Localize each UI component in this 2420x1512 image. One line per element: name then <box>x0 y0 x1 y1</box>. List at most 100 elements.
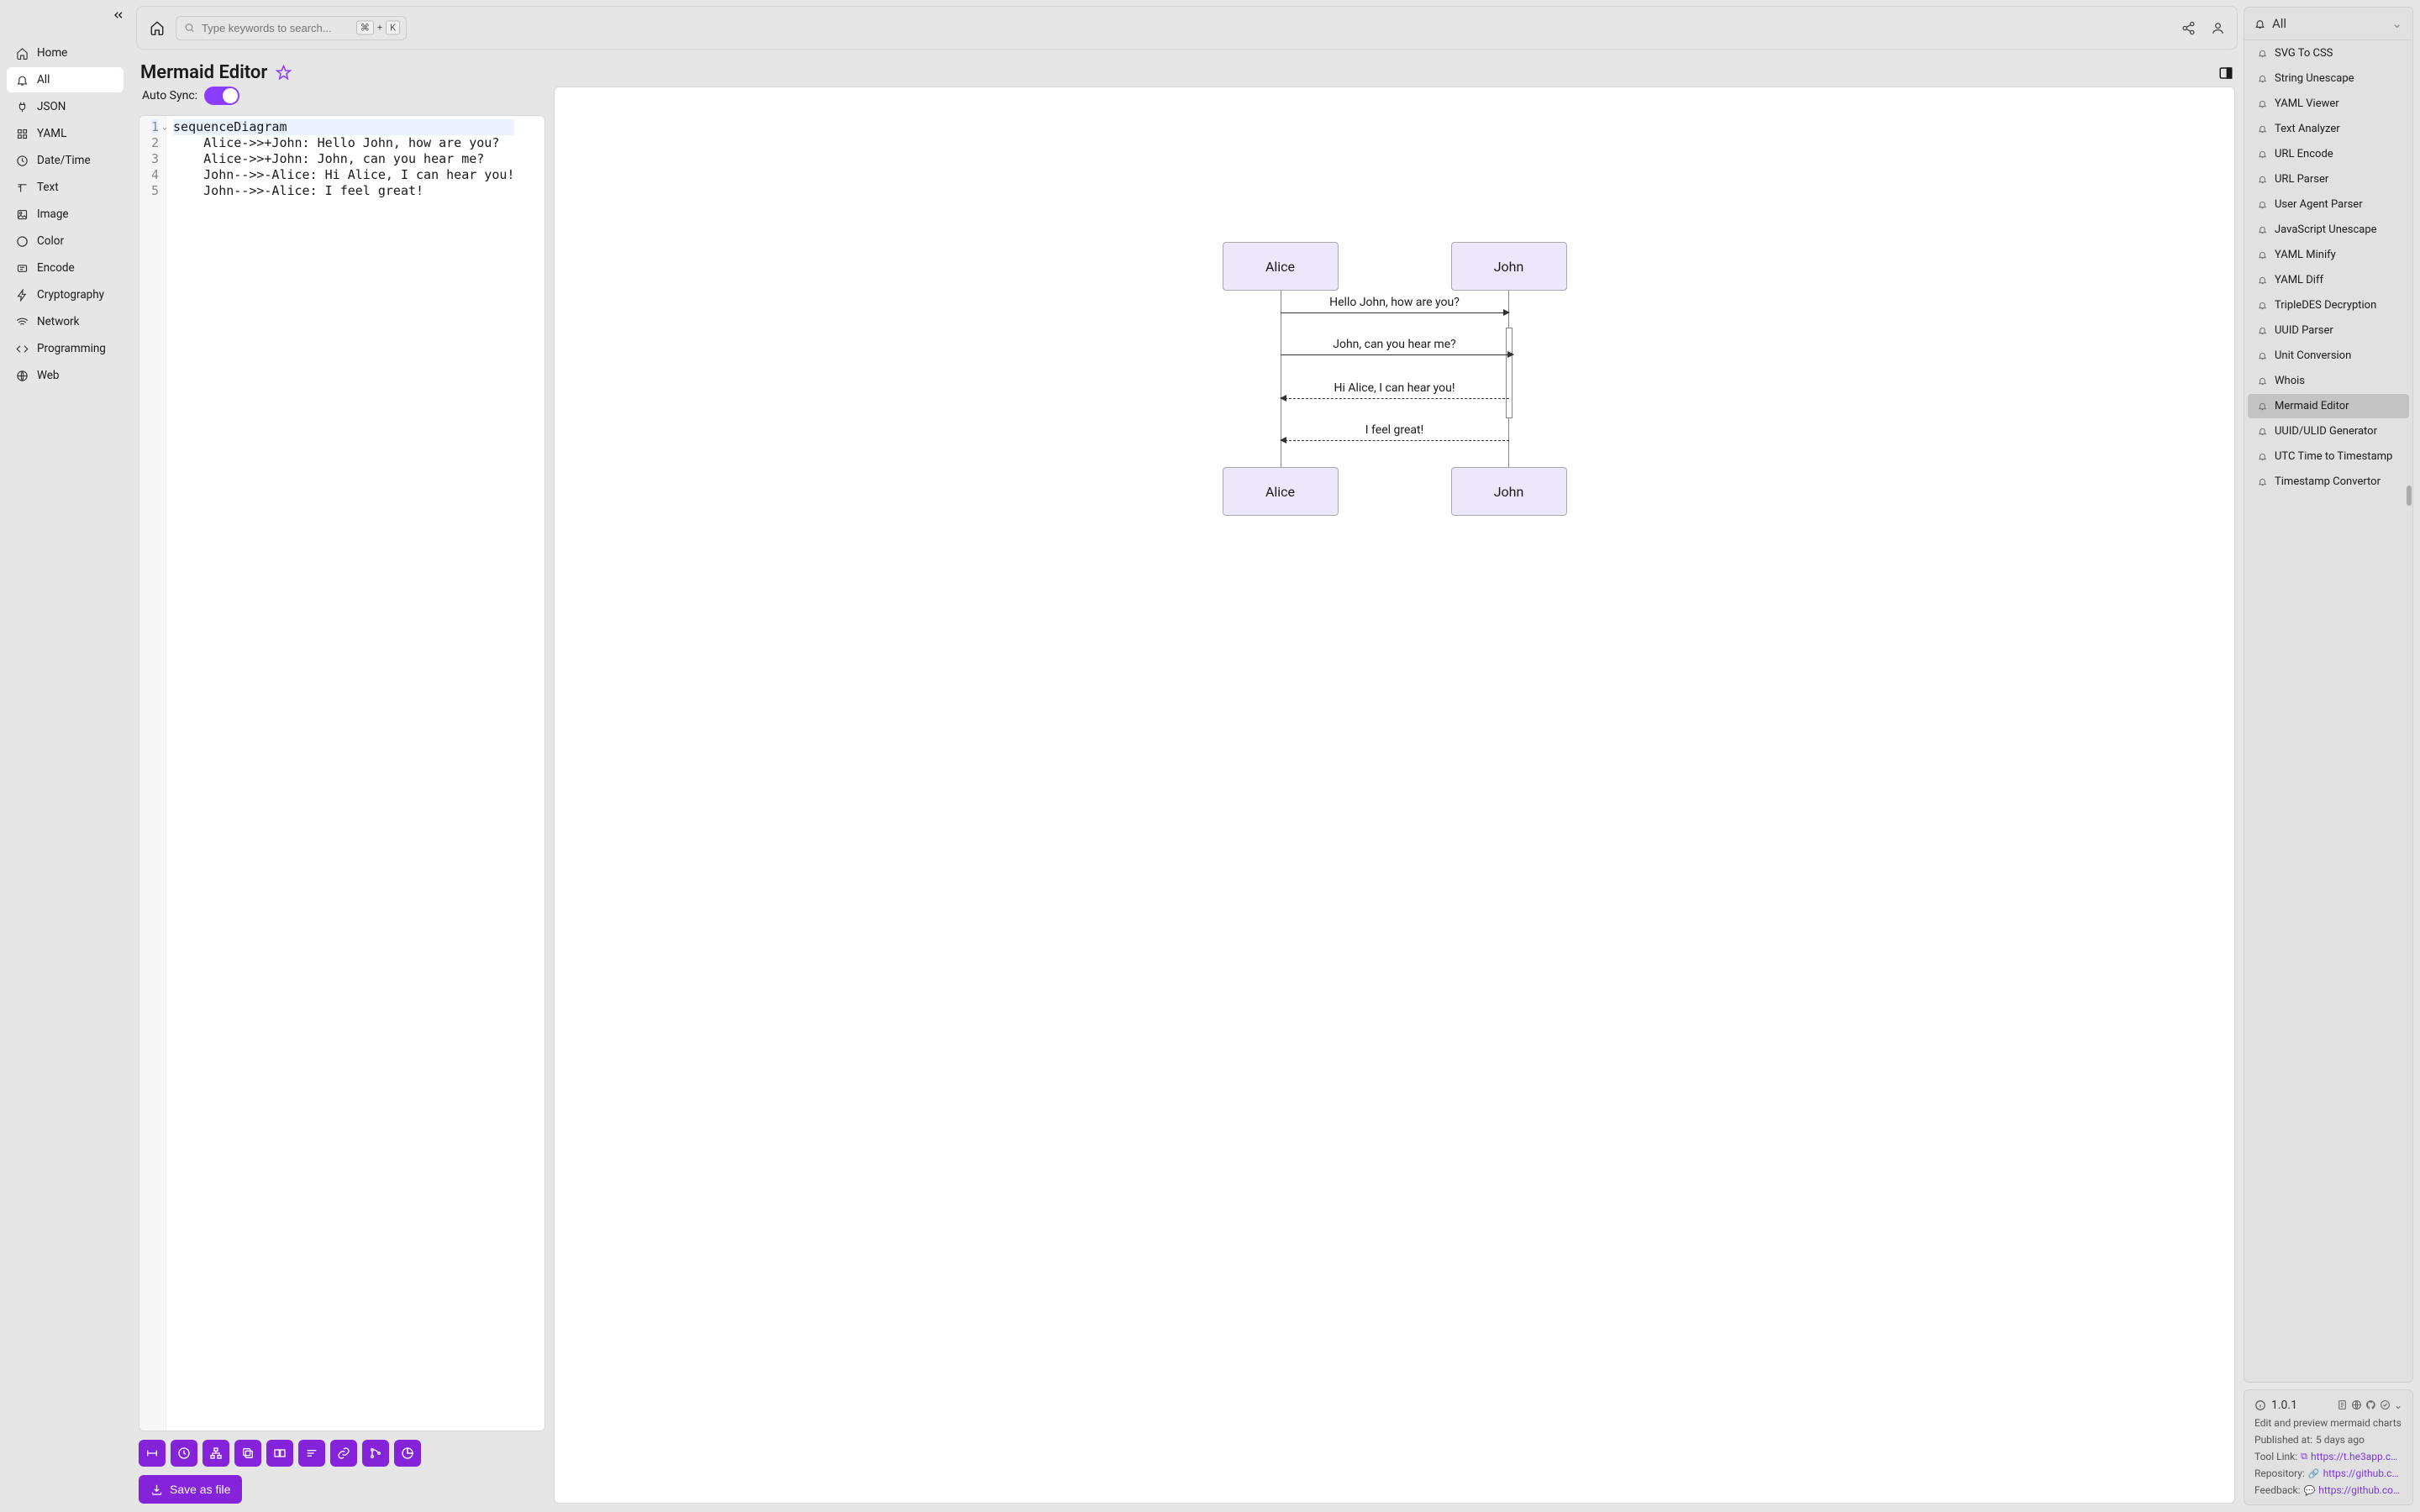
color-icon <box>15 234 29 248</box>
tool-label: UTC Time to Timestamp <box>2275 450 2392 463</box>
nav-item-encode[interactable]: Encode <box>7 255 124 281</box>
published-label: Published at: <box>2254 1434 2312 1446</box>
nav-label: Image <box>37 207 69 221</box>
tool-item-utc-time-to-timestamp[interactable]: UTC Time to Timestamp <box>2248 444 2409 469</box>
nav-item-image[interactable]: Image <box>7 202 124 227</box>
bell-icon <box>2258 250 2268 260</box>
left-sidebar: Home AllJSON YAML Date/Time Text Image Color En… <box>0 0 130 1512</box>
tool-item-yaml-viewer[interactable]: YAML Viewer <box>2248 92 2409 116</box>
link-diagram-button[interactable] <box>330 1440 357 1467</box>
git-diagram-button[interactable] <box>362 1440 389 1467</box>
tool-item-url-parser[interactable]: URL Parser <box>2248 167 2409 192</box>
nav-item-date-time[interactable]: Date/Time <box>7 148 124 173</box>
github-icon[interactable] <box>2365 1399 2376 1411</box>
tool-item-yaml-minify[interactable]: YAML Minify <box>2248 243 2409 267</box>
tool-item-user-agent-parser[interactable]: User Agent Parser <box>2248 192 2409 217</box>
bell-icon <box>15 73 29 87</box>
sequence-diagram-button[interactable] <box>139 1440 166 1467</box>
feedback-link[interactable]: https://github.com/... <box>2318 1484 2402 1496</box>
right-panel-header[interactable]: All ⌄ <box>2244 8 2412 40</box>
nav-item-color[interactable]: Color <box>7 228 124 254</box>
tool-label: Mermaid Editor <box>2275 400 2349 412</box>
tool-item-svg-to-css[interactable]: SVG To CSS <box>2248 41 2409 66</box>
grid-icon <box>15 127 29 140</box>
autosync-label: Auto Sync: <box>142 89 197 102</box>
bell-icon <box>2258 200 2268 209</box>
grid-diagram-button[interactable] <box>266 1440 293 1467</box>
tool-item-whois[interactable]: Whois <box>2248 369 2409 393</box>
nav-item-network[interactable]: Network <box>7 309 124 334</box>
nav-item-web[interactable]: Web <box>7 363 124 388</box>
tool-link[interactable]: https://t.he3app.co... <box>2311 1451 2402 1462</box>
diagram-type-toolbar <box>139 1440 545 1467</box>
tool-item-unit-conversion[interactable]: Unit Conversion <box>2248 344 2409 368</box>
tool-label: URL Parser <box>2275 173 2328 186</box>
share-icon[interactable] <box>2181 21 2196 35</box>
plug-icon <box>15 100 29 113</box>
copy-diagram-button[interactable] <box>234 1440 261 1467</box>
bolt-icon <box>15 288 29 302</box>
sequence-diagram: Alice John Hello John, how are you? John… <box>1223 242 1567 516</box>
nav-item-yaml[interactable]: YAML <box>7 121 124 146</box>
favorite-star-icon[interactable] <box>276 65 292 81</box>
nav-item-home[interactable]: Home <box>7 40 124 66</box>
user-icon[interactable] <box>2211 21 2225 35</box>
nav-label: Cryptography <box>37 288 104 302</box>
topbar: ⌘ + K <box>136 6 2238 50</box>
wifi-icon <box>15 315 29 328</box>
nav-label: YAML <box>37 127 66 140</box>
tool-item-url-encode[interactable]: URL Encode <box>2248 142 2409 166</box>
tool-item-text-analyzer[interactable]: Text Analyzer <box>2248 117 2409 141</box>
actor-john-top: John <box>1451 242 1567 291</box>
bell-icon <box>2258 225 2268 234</box>
chevron-down-icon[interactable]: ⌄ <box>2394 1399 2402 1411</box>
scrollbar-thumb[interactable] <box>2407 486 2412 506</box>
tool-item-uuid-ulid-generator[interactable]: UUID/ULID Generator <box>2248 419 2409 444</box>
code-editor[interactable]: 12345 sequenceDiagram Alice->>+John: Hel… <box>139 115 545 1431</box>
save-as-file-button[interactable]: Save as file <box>139 1475 242 1504</box>
autosync-toggle[interactable] <box>204 87 239 105</box>
nav-label: Encode <box>37 261 75 275</box>
actor-john-bottom: John <box>1451 467 1567 516</box>
tool-label: Unit Conversion <box>2275 349 2351 362</box>
tool-item-mermaid-editor[interactable]: Mermaid Editor <box>2248 394 2409 418</box>
nav-item-text[interactable]: Text <box>7 175 124 200</box>
bell-icon <box>2258 427 2268 436</box>
nav-label: Home <box>37 46 67 60</box>
check-icon[interactable] <box>2380 1399 2391 1411</box>
tool-label: Timestamp Convertor <box>2275 475 2381 488</box>
tool-item-javascript-unescape[interactable]: JavaScript Unescape <box>2248 218 2409 242</box>
collapse-sidebar-button[interactable] <box>112 8 125 22</box>
bell-icon <box>2258 351 2268 360</box>
link-icon: ⧉ <box>2301 1451 2307 1462</box>
tool-item-timestamp-convertor[interactable]: Timestamp Convertor <box>2248 470 2409 494</box>
pie-diagram-button[interactable] <box>394 1440 421 1467</box>
home-button[interactable] <box>149 19 166 36</box>
tool-item-tripledes-decryption[interactable]: TripleDES Decryption <box>2248 293 2409 318</box>
repo-link[interactable]: https://github.com... <box>2323 1467 2402 1479</box>
preview-panel: Alice John Hello John, how are you? John… <box>554 87 2235 1504</box>
image-icon <box>15 207 29 221</box>
bell-icon <box>2258 99 2268 108</box>
info-panel: 1.0.1 ⌄ Edit and preview mermaid charts … <box>2244 1389 2413 1505</box>
nav-label: Network <box>37 315 79 328</box>
panel-toggle-icon[interactable] <box>2218 66 2233 81</box>
bell-icon <box>2258 326 2268 335</box>
message-2: John, can you hear me? <box>1281 338 1509 354</box>
nav-label: Text <box>37 181 59 194</box>
list-diagram-button[interactable] <box>298 1440 325 1467</box>
nav-item-all[interactable]: All <box>7 67 124 92</box>
doc-icon[interactable] <box>2337 1399 2348 1411</box>
clock-diagram-button[interactable] <box>171 1440 197 1467</box>
tool-item-string-unescape[interactable]: String Unescape <box>2248 66 2409 91</box>
chat-icon: 💬 <box>2304 1485 2316 1496</box>
globe-icon[interactable] <box>2351 1399 2362 1411</box>
nav-item-json[interactable]: JSON <box>7 94 124 119</box>
nav-item-cryptography[interactable]: Cryptography <box>7 282 124 307</box>
tool-item-uuid-parser[interactable]: UUID Parser <box>2248 318 2409 343</box>
code-icon <box>15 342 29 355</box>
nav-item-programming[interactable]: Programming <box>7 336 124 361</box>
flowchart-button[interactable] <box>203 1440 229 1467</box>
bell-icon <box>2258 150 2268 159</box>
tool-item-yaml-diff[interactable]: YAML Diff <box>2248 268 2409 292</box>
